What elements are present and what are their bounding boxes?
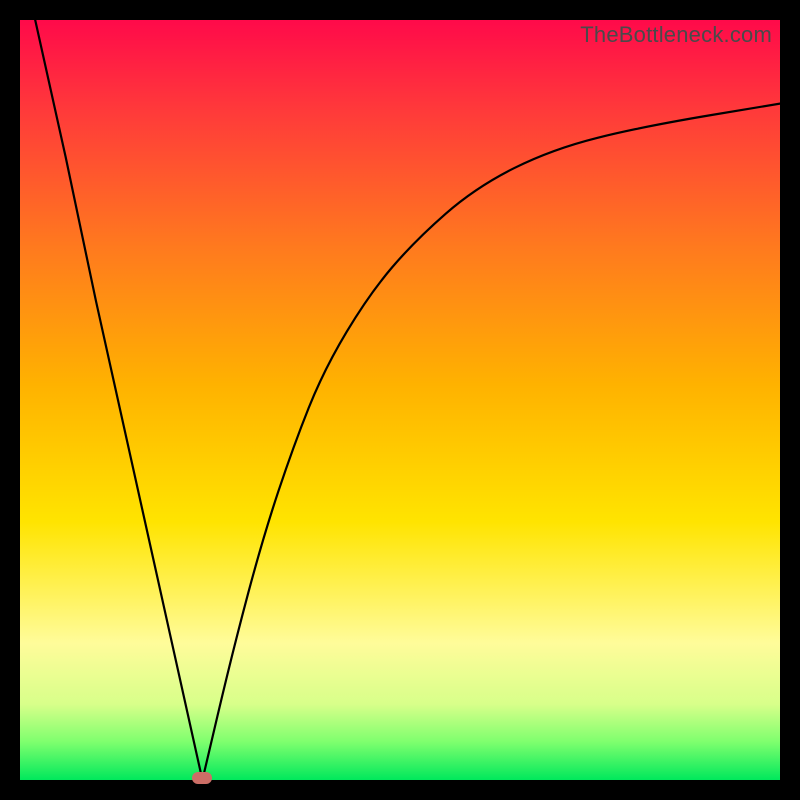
minimum-marker xyxy=(192,772,212,784)
bottleneck-curve xyxy=(20,20,780,780)
plot-area: TheBottleneck.com xyxy=(20,20,780,780)
